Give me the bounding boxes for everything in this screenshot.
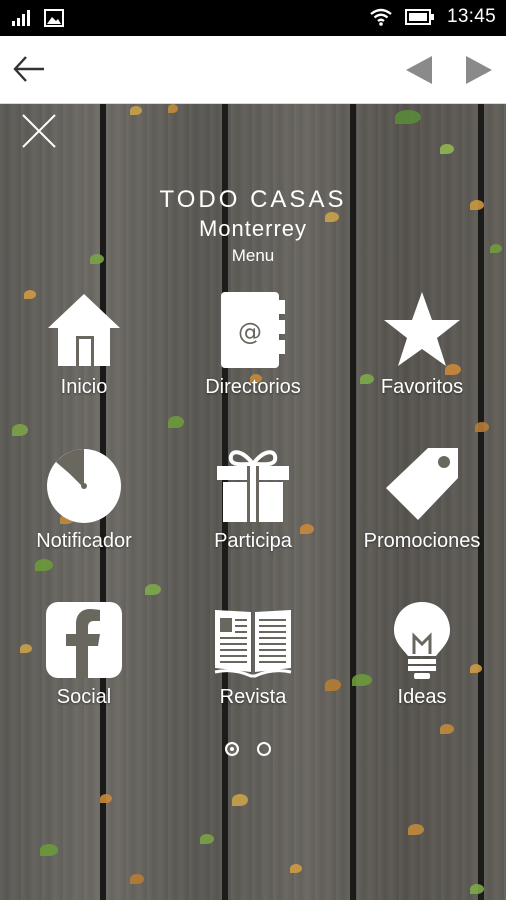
image-icon xyxy=(44,9,64,27)
menu-item-label: Participa xyxy=(214,530,292,552)
menu-item-inicio[interactable]: Inicio xyxy=(4,290,164,410)
tag-icon xyxy=(386,448,458,520)
magazine-icon xyxy=(214,610,292,678)
menu-item-label: Favoritos xyxy=(380,376,464,398)
menu-item-label: Notificador xyxy=(36,530,132,552)
svg-text:@: @ xyxy=(238,318,262,346)
menu-item-label: Directorios xyxy=(205,376,301,398)
menu-panel: TODO CASAS Monterrey Menu Inicio @ Direc… xyxy=(0,104,506,900)
arrow-left-icon xyxy=(13,56,44,82)
menu-item-label: Revista xyxy=(219,686,287,708)
home-icon xyxy=(48,294,120,366)
menu-item-revista[interactable]: Revista xyxy=(173,600,333,720)
menu-heading: Menu xyxy=(231,246,275,265)
wifi-icon xyxy=(370,8,392,26)
page-dot-active[interactable] xyxy=(225,742,239,756)
clock: 13:45 xyxy=(446,6,496,27)
facebook-icon xyxy=(46,602,122,678)
menu-item-participa[interactable]: Participa xyxy=(173,444,333,564)
menu-item-favoritos[interactable]: Favoritos xyxy=(342,290,502,410)
page-indicator xyxy=(225,742,271,756)
menu-item-label: Promociones xyxy=(363,530,481,552)
brand-title: TODO CASAS xyxy=(159,186,347,213)
triangle-right-icon xyxy=(466,56,492,84)
prev-button[interactable] xyxy=(404,54,436,86)
page-dot[interactable] xyxy=(257,742,271,756)
signal-icon xyxy=(12,10,30,26)
menu-item-label: Social xyxy=(56,686,112,708)
close-button[interactable] xyxy=(20,112,58,150)
pie-clock-icon xyxy=(47,449,121,523)
menu-item-social[interactable]: Social xyxy=(4,600,164,720)
triangle-left-icon xyxy=(406,56,432,84)
gift-icon xyxy=(217,450,289,522)
top-nav xyxy=(0,36,506,104)
lightbulb-icon xyxy=(394,602,450,679)
brand-city: Monterrey xyxy=(198,216,308,241)
close-icon xyxy=(22,114,56,148)
next-button[interactable] xyxy=(462,54,494,86)
star-icon xyxy=(384,292,460,366)
battery-icon xyxy=(404,9,434,25)
menu-item-promociones[interactable]: Promociones xyxy=(342,444,502,564)
status-bar: 13:45 xyxy=(0,0,506,36)
address-book-icon: @ xyxy=(221,292,285,368)
menu-item-label: Inicio xyxy=(60,376,108,398)
menu-item-ideas[interactable]: Ideas xyxy=(342,600,502,720)
menu-item-directorios[interactable]: @ Directorios xyxy=(173,290,333,410)
back-button[interactable] xyxy=(12,54,46,84)
menu-item-label: Ideas xyxy=(397,686,447,708)
menu-item-notificador[interactable]: Notificador xyxy=(4,444,164,564)
